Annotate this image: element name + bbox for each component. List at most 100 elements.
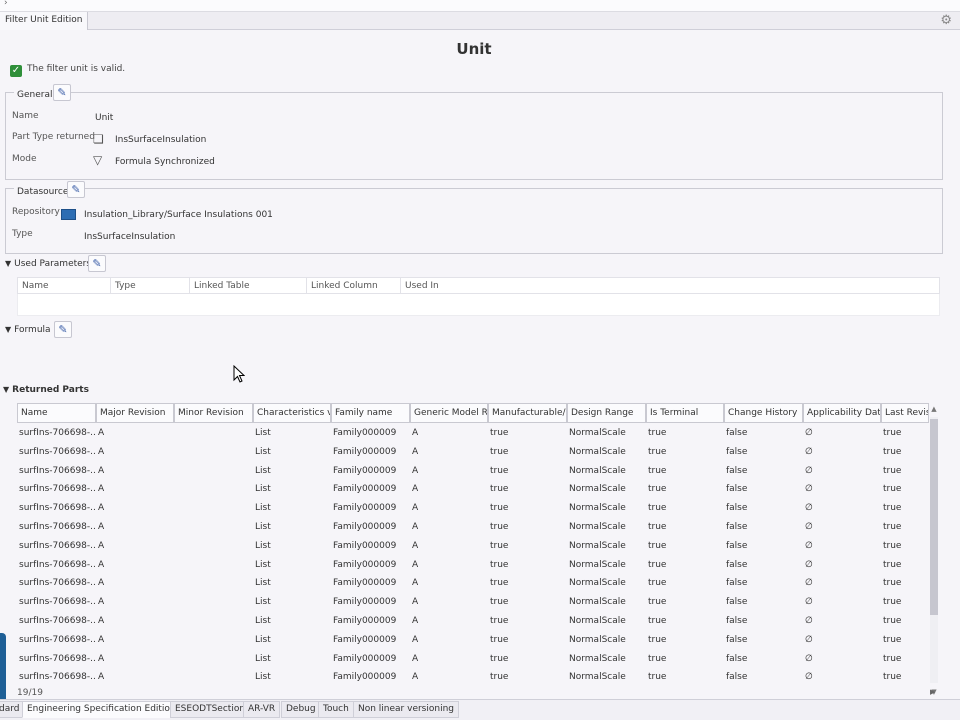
param-col-used-in[interactable]: Used In — [401, 278, 521, 293]
bottom-tab[interactable]: ESEODTSection — [170, 701, 251, 718]
table-row[interactable]: surfIns-706698-... A List Family000009 Atrue… — [17, 556, 929, 575]
table-row[interactable]: surfIns-706698-... A List Family000009 Atrue… — [17, 518, 929, 537]
used-parameters-body — [17, 294, 940, 316]
param-col-linked-table[interactable]: Linked Table — [190, 278, 307, 293]
returned-col-header[interactable]: Last Revis — [881, 403, 929, 423]
returned-col-header[interactable]: Minor Revision — [174, 403, 253, 423]
edit-formula-button[interactable]: ✎ — [54, 321, 72, 338]
returned-col-header[interactable]: Family name — [331, 403, 410, 423]
chevron-right-icon[interactable]: › — [4, 0, 8, 8]
table-row[interactable]: surfIns-706698-... A List Family000009 Atrue… — [17, 499, 929, 518]
param-col-linked-column[interactable]: Linked Column — [307, 278, 401, 293]
table-cell: A — [98, 653, 105, 664]
table-cell: Family000009 — [333, 465, 397, 476]
param-col-name[interactable]: Name — [18, 278, 111, 293]
table-cell: A — [412, 465, 419, 476]
gear-icon[interactable]: ⚙ — [940, 13, 952, 28]
returned-col-header[interactable]: Design Range — [567, 403, 646, 423]
table-cell: A — [98, 465, 105, 476]
table-cell: List — [255, 465, 271, 476]
returned-col-header[interactable]: Major Revision — [96, 403, 174, 423]
bottom-tab[interactable]: Engineering Specification Edition — [22, 701, 181, 718]
table-cell: A — [98, 672, 105, 683]
table-cell: false — [726, 503, 748, 514]
returned-parts-toggle[interactable]: ▼ Returned Parts — [3, 385, 89, 395]
table-cell: true — [883, 465, 902, 476]
edit-general-button[interactable]: ✎ — [53, 84, 71, 101]
table-row[interactable]: surfIns-706698-... A List Family000009 Atrue… — [17, 424, 929, 443]
table-cell: true — [490, 428, 509, 438]
table-cell: true — [883, 653, 902, 664]
table-cell: A — [98, 634, 105, 645]
edit-datasource-button[interactable]: ✎ — [67, 181, 85, 198]
table-cell: surfIns-706698-... — [19, 446, 96, 457]
table-row[interactable]: surfIns-706698-... A List Family000009 Atrue… — [17, 612, 929, 631]
table-cell: ∅ — [805, 503, 813, 514]
table-cell: false — [726, 446, 748, 457]
table-cell: true — [490, 653, 509, 664]
param-col-type[interactable]: Type — [111, 278, 190, 293]
returned-col-header[interactable]: Generic Model Re — [410, 403, 488, 423]
table-cell: A — [412, 634, 419, 645]
scroll-up-icon[interactable]: ▲ — [929, 405, 939, 413]
table-cell: ∅ — [805, 672, 813, 683]
formula-toggle[interactable]: ▼ Formula — [5, 325, 51, 335]
tab-filter-unit-edition[interactable]: Filter Unit Edition — [0, 12, 89, 30]
table-cell: A — [98, 559, 105, 570]
table-cell: surfIns-706698-... — [19, 503, 96, 514]
bottom-tab[interactable]: AR-VR — [243, 701, 281, 718]
table-cell: List — [255, 559, 271, 570]
table-row[interactable]: surfIns-706698-... A List Family000009 Atrue… — [17, 574, 929, 593]
part-type-label: Part Type returned — [12, 132, 95, 142]
table-row[interactable]: surfIns-706698-... A List Family000009 Atrue… — [17, 650, 929, 669]
bottom-tab[interactable]: Non linear versioning — [353, 701, 460, 718]
table-cell: Family000009 — [333, 503, 397, 514]
table-cell: surfIns-706698-... — [19, 522, 96, 532]
collapse-triangle-icon: ▼ — [5, 325, 12, 334]
table-cell — [174, 462, 253, 481]
returned-col-header[interactable]: Change History — [724, 403, 803, 423]
edit-used-parameters-button[interactable]: ✎ — [88, 255, 106, 272]
table-row[interactable]: surfIns-706698-... A List Family000009 Atrue… — [17, 631, 929, 650]
table-row[interactable]: surfIns-706698-... A List Family000009 Atrue… — [17, 593, 929, 612]
table-cell: true — [490, 597, 509, 608]
table-cell: List — [255, 578, 271, 589]
table-cell: surfIns-706698-... — [19, 578, 96, 589]
table-row[interactable]: surfIns-706698-... A List Family000009 Atrue… — [17, 443, 929, 462]
table-row[interactable]: surfIns-706698-... A List Family000009 Atrue… — [17, 480, 929, 499]
table-cell: true — [648, 578, 667, 589]
bottom-tab[interactable]: Touch — [318, 701, 354, 718]
bottom-tab[interactable]: Debug — [281, 701, 321, 718]
returned-col-header[interactable]: Is Terminal — [646, 403, 724, 423]
table-cell: List — [255, 540, 271, 551]
table-cell: true — [490, 559, 509, 570]
table-cell: true — [490, 503, 509, 514]
scroll-right-icon[interactable]: ▶ — [930, 688, 935, 696]
table-cell: A — [412, 503, 419, 514]
table-cell: ∅ — [805, 446, 813, 457]
table-cell — [174, 518, 253, 537]
table-cell: true — [648, 465, 667, 476]
bottom-tab[interactable]: dard — [0, 701, 25, 718]
table-cell: false — [726, 653, 748, 664]
collapse-triangle-icon: ▼ — [5, 259, 12, 268]
used-parameters-toggle[interactable]: ▼ Used Parameters — [5, 259, 91, 269]
side-panel-handle[interactable] — [0, 633, 6, 703]
table-row[interactable]: surfIns-706698-... A List Family000009 Atrue… — [17, 462, 929, 481]
table-row[interactable]: surfIns-706698-... A List Family000009 Atrue… — [17, 537, 929, 556]
returned-col-header[interactable]: Characteristics val — [253, 403, 331, 423]
table-cell — [174, 593, 253, 612]
vertical-scrollbar[interactable]: ▲ ▼ — [929, 403, 939, 696]
returned-col-header[interactable]: Name — [17, 403, 96, 423]
table-cell: List — [255, 446, 271, 457]
scroll-thumb[interactable] — [930, 419, 938, 615]
table-cell — [174, 650, 253, 669]
table-cell: false — [726, 616, 748, 626]
returned-col-header[interactable]: Applicability Date — [803, 403, 881, 423]
table-cell: true — [883, 522, 902, 532]
table-cell: surfIns-706698-... — [19, 465, 96, 476]
returned-col-header[interactable]: Manufacturable/F — [488, 403, 567, 423]
table-cell: Family000009 — [333, 578, 397, 589]
table-row[interactable]: surfIns-706698-... A List Family000009 Atrue… — [17, 668, 929, 687]
table-cell: List — [255, 616, 271, 626]
